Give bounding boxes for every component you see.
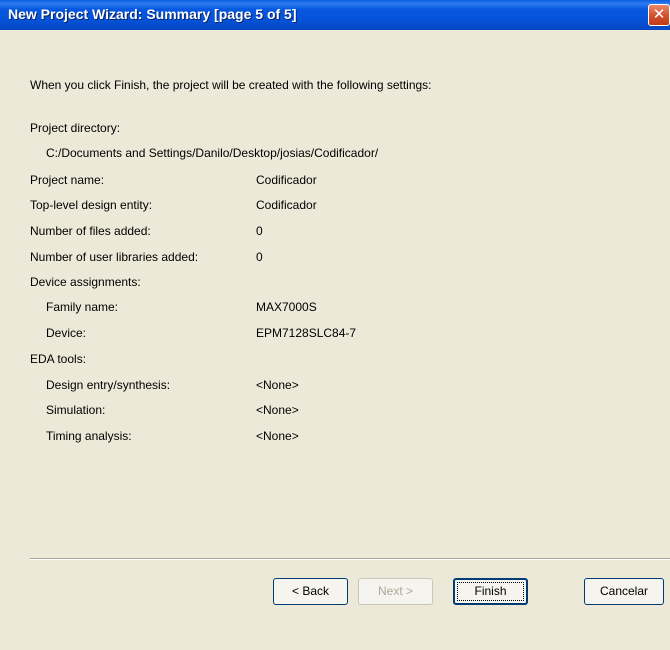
finish-button[interactable]: Finish	[453, 578, 528, 605]
top-level-entity-value: Codificador	[256, 198, 317, 212]
project-name-value: Codificador	[256, 173, 317, 187]
project-directory-label: Project directory:	[30, 121, 121, 135]
title-bar[interactable]: New Project Wizard: Summary [page 5 of 5…	[0, 0, 670, 30]
files-added-label: Number of files added:	[30, 224, 151, 238]
device-value: EPM7128SLC84-7	[256, 326, 357, 340]
simulation-value: <None>	[256, 403, 299, 417]
device-assignments-label: Device assignments:	[30, 275, 141, 289]
eda-tools-label: EDA tools:	[30, 352, 87, 366]
simulation-label: Simulation:	[46, 403, 106, 417]
timing-analysis-value: <None>	[256, 429, 299, 443]
next-button[interactable]: Next >	[358, 578, 433, 605]
cancel-button[interactable]: Cancelar	[584, 578, 664, 605]
libraries-added-label: Number of user libraries added:	[30, 250, 199, 264]
finish-button-label: Finish	[457, 582, 524, 601]
back-button[interactable]: < Back	[273, 578, 348, 605]
family-name-label: Family name:	[46, 300, 119, 314]
family-name-value: MAX7000S	[256, 300, 317, 314]
project-directory-value: C:/Documents and Settings/Danilo/Desktop…	[46, 146, 379, 160]
project-name-label: Project name:	[30, 173, 105, 187]
dialog-body: When you click Finish, the project will …	[0, 30, 670, 650]
close-icon[interactable]: ✕	[648, 4, 670, 26]
button-separator	[30, 558, 670, 560]
files-added-value: 0	[256, 224, 263, 238]
device-label: Device:	[46, 326, 87, 340]
libraries-added-value: 0	[256, 250, 263, 264]
window-title: New Project Wizard: Summary [page 5 of 5…	[8, 6, 297, 22]
top-level-entity-label: Top-level design entity:	[30, 198, 153, 212]
intro-text: When you click Finish, the project will …	[30, 78, 432, 92]
design-entry-value: <None>	[256, 378, 299, 392]
design-entry-label: Design entry/synthesis:	[46, 378, 171, 392]
timing-analysis-label: Timing analysis:	[46, 429, 132, 443]
